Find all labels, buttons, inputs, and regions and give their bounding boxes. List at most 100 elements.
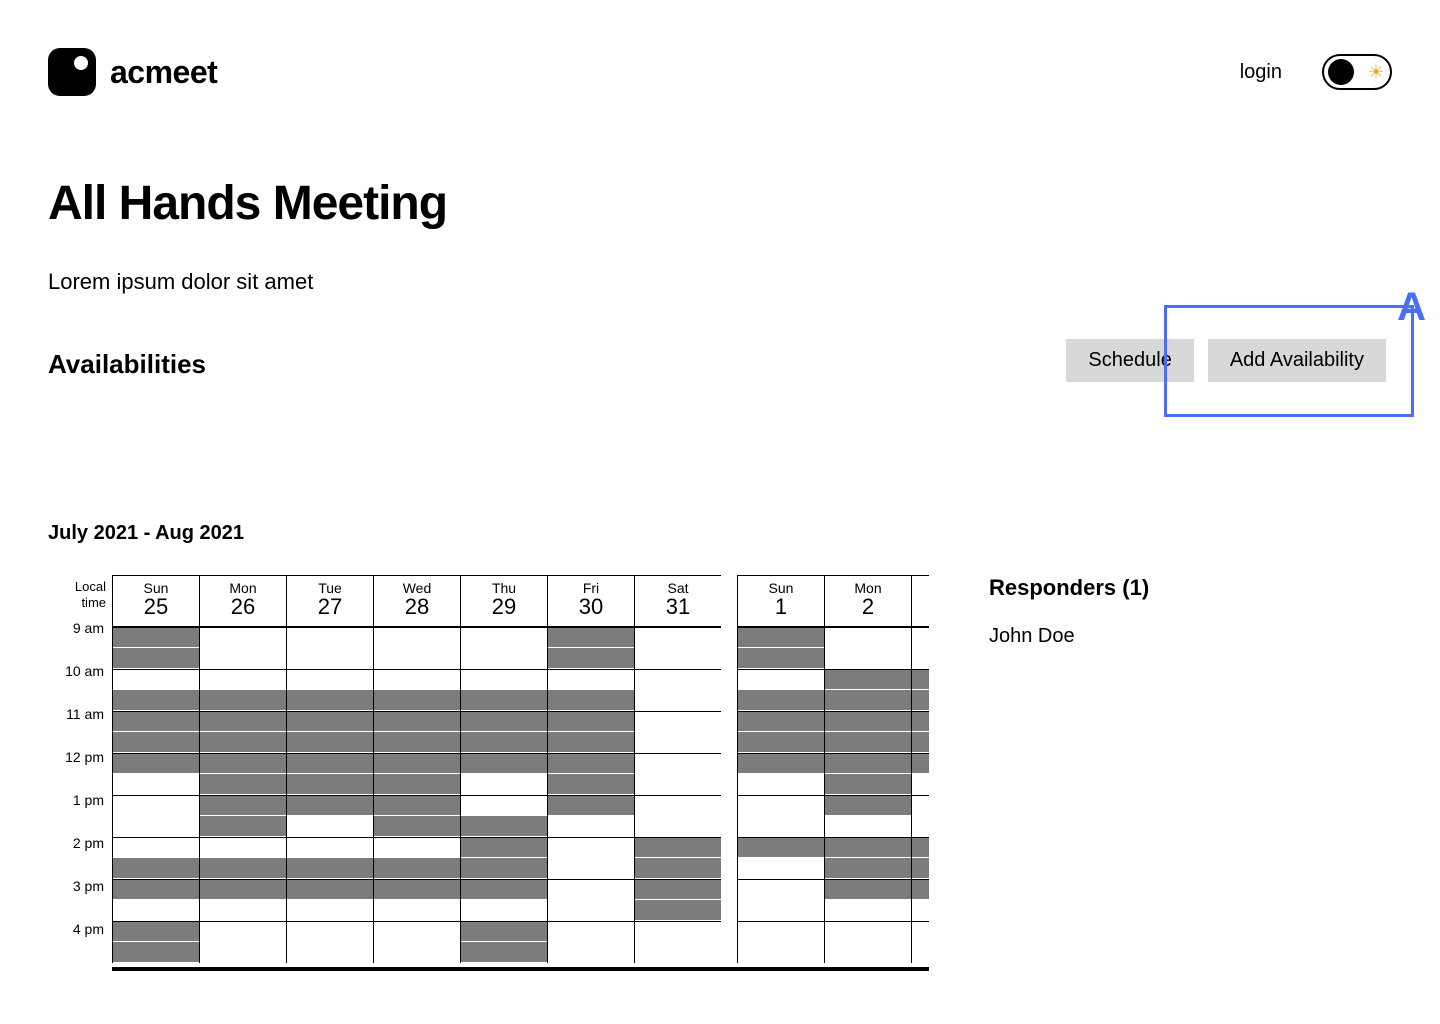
availability-slot[interactable] xyxy=(825,879,911,900)
availability-slot[interactable] xyxy=(200,627,286,648)
availability-slot[interactable] xyxy=(912,921,929,942)
availability-slot[interactable] xyxy=(912,690,929,711)
theme-toggle[interactable]: ☀ xyxy=(1322,54,1392,90)
availability-slot[interactable] xyxy=(738,690,824,711)
login-link[interactable]: login xyxy=(1240,61,1282,84)
availability-slot[interactable] xyxy=(113,627,199,648)
availability-slot[interactable] xyxy=(548,837,634,858)
availability-slot[interactable] xyxy=(548,627,634,648)
availability-slot[interactable] xyxy=(461,648,547,669)
availability-slot[interactable] xyxy=(738,942,824,963)
availability-slot[interactable] xyxy=(635,942,721,963)
availability-slot[interactable] xyxy=(287,900,373,921)
availability-slot[interactable] xyxy=(738,711,824,732)
availability-slot[interactable] xyxy=(738,774,824,795)
availability-slot[interactable] xyxy=(738,669,824,690)
availability-slot[interactable] xyxy=(825,690,911,711)
availability-slot[interactable] xyxy=(548,858,634,879)
availability-slot[interactable] xyxy=(113,753,199,774)
availability-slot[interactable] xyxy=(548,942,634,963)
availability-slot[interactable] xyxy=(738,879,824,900)
availability-slot[interactable] xyxy=(200,690,286,711)
availability-slot[interactable] xyxy=(912,669,929,690)
availability-slot[interactable] xyxy=(113,690,199,711)
availability-slot[interactable] xyxy=(635,795,721,816)
availability-slot[interactable] xyxy=(548,690,634,711)
availability-slot[interactable] xyxy=(548,795,634,816)
availability-slot[interactable] xyxy=(825,900,911,921)
availability-slot[interactable] xyxy=(113,921,199,942)
availability-slot[interactable] xyxy=(738,627,824,648)
availability-slot[interactable] xyxy=(287,627,373,648)
availability-slot[interactable] xyxy=(374,648,460,669)
availability-slot[interactable] xyxy=(912,942,929,963)
availability-slot[interactable] xyxy=(825,816,911,837)
availability-slot[interactable] xyxy=(548,921,634,942)
availability-slot[interactable] xyxy=(635,774,721,795)
availability-slot[interactable] xyxy=(461,753,547,774)
availability-slot[interactable] xyxy=(200,879,286,900)
availability-slot[interactable] xyxy=(461,816,547,837)
availability-slot[interactable] xyxy=(548,732,634,753)
availability-slot[interactable] xyxy=(113,816,199,837)
availability-slot[interactable] xyxy=(287,942,373,963)
availability-slot[interactable] xyxy=(635,816,721,837)
availability-slot[interactable] xyxy=(912,858,929,879)
availability-slot[interactable] xyxy=(912,795,929,816)
availability-slot[interactable] xyxy=(738,816,824,837)
availability-slot[interactable] xyxy=(461,879,547,900)
availability-slot[interactable] xyxy=(374,732,460,753)
availability-slot[interactable] xyxy=(548,648,634,669)
availability-slot[interactable] xyxy=(287,795,373,816)
availability-slot[interactable] xyxy=(738,900,824,921)
availability-slot[interactable] xyxy=(287,879,373,900)
availability-slot[interactable] xyxy=(374,627,460,648)
availability-slot[interactable] xyxy=(738,858,824,879)
availability-slot[interactable] xyxy=(374,942,460,963)
availability-slot[interactable] xyxy=(113,795,199,816)
brand[interactable]: acmeet xyxy=(48,48,217,96)
availability-slot[interactable] xyxy=(374,858,460,879)
availability-slot[interactable] xyxy=(113,900,199,921)
availability-slot[interactable] xyxy=(912,648,929,669)
availability-slot[interactable] xyxy=(825,858,911,879)
availability-slot[interactable] xyxy=(825,732,911,753)
availability-slot[interactable] xyxy=(200,648,286,669)
availability-slot[interactable] xyxy=(738,795,824,816)
availability-slot[interactable] xyxy=(825,774,911,795)
availability-slot[interactable] xyxy=(461,900,547,921)
availability-slot[interactable] xyxy=(461,774,547,795)
availability-slot[interactable] xyxy=(635,921,721,942)
availability-slot[interactable] xyxy=(374,690,460,711)
availability-slot[interactable] xyxy=(738,753,824,774)
availability-slot[interactable] xyxy=(113,879,199,900)
availability-slot[interactable] xyxy=(200,921,286,942)
availability-slot[interactable] xyxy=(113,648,199,669)
availability-slot[interactable] xyxy=(200,942,286,963)
availability-slot[interactable] xyxy=(548,774,634,795)
availability-slot[interactable] xyxy=(113,858,199,879)
availability-slot[interactable] xyxy=(200,816,286,837)
availability-slot[interactable] xyxy=(912,732,929,753)
availability-slot[interactable] xyxy=(548,879,634,900)
availability-slot[interactable] xyxy=(738,837,824,858)
availability-slot[interactable] xyxy=(374,795,460,816)
availability-slot[interactable] xyxy=(825,669,911,690)
availability-slot[interactable] xyxy=(548,669,634,690)
availability-slot[interactable] xyxy=(912,837,929,858)
availability-slot[interactable] xyxy=(635,879,721,900)
availability-slot[interactable] xyxy=(825,942,911,963)
availability-slot[interactable] xyxy=(912,711,929,732)
availability-slot[interactable] xyxy=(374,900,460,921)
availability-slot[interactable] xyxy=(912,753,929,774)
availability-slot[interactable] xyxy=(287,648,373,669)
availability-slot[interactable] xyxy=(374,753,460,774)
availability-slot[interactable] xyxy=(374,837,460,858)
availability-slot[interactable] xyxy=(825,837,911,858)
schedule-button[interactable]: Schedule xyxy=(1066,339,1193,382)
availability-slot[interactable] xyxy=(461,627,547,648)
availability-slot[interactable] xyxy=(287,858,373,879)
availability-slot[interactable] xyxy=(113,837,199,858)
availability-slot[interactable] xyxy=(287,816,373,837)
availability-slot[interactable] xyxy=(200,795,286,816)
